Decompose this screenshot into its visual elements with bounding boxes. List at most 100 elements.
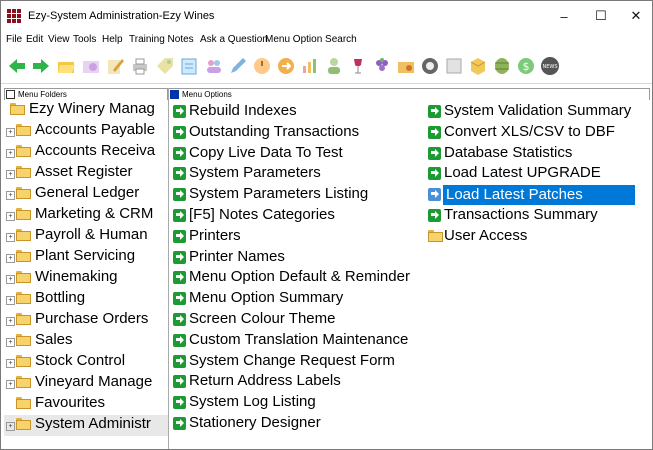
- run-arrow-icon: [173, 333, 186, 347]
- folder-item[interactable]: + Payroll & Human: [4, 226, 168, 247]
- expand-icon[interactable]: +: [6, 212, 15, 221]
- expand-icon[interactable]: +: [6, 317, 15, 326]
- user-icon[interactable]: [324, 56, 344, 76]
- list-icon[interactable]: [444, 56, 464, 76]
- expand-icon[interactable]: +: [6, 128, 15, 137]
- folder-item[interactable]: Ezy Winery Manag: [4, 100, 168, 121]
- barrel-icon[interactable]: [492, 56, 512, 76]
- run-arrow-icon: [428, 167, 441, 181]
- folder-label: Ezy Winery Manag: [29, 100, 155, 117]
- folder-item[interactable]: + Accounts Payable: [4, 121, 168, 142]
- settings-gear-icon[interactable]: [420, 56, 440, 76]
- menu-file[interactable]: File: [6, 34, 22, 45]
- export-icon[interactable]: [276, 56, 296, 76]
- dollar-icon[interactable]: $: [516, 56, 536, 76]
- expand-icon[interactable]: +: [6, 296, 15, 305]
- menu-training-notes[interactable]: Training Notes: [129, 34, 194, 45]
- run-arrow-icon: [173, 188, 186, 202]
- folder-icon: [16, 292, 31, 304]
- folder-icon: [16, 313, 31, 325]
- expand-icon[interactable]: +: [6, 380, 15, 389]
- folder-label: Stock Control: [35, 352, 126, 369]
- folder-item[interactable]: + Winemaking: [4, 268, 168, 289]
- menu-option-label: Database Statistics: [444, 143, 573, 161]
- run-arrow-icon: [173, 313, 186, 326]
- folder-item[interactable]: + Vineyard Manage: [4, 373, 168, 394]
- menu-option-label: User Access: [444, 226, 528, 244]
- menu-option-label: Transactions Summary: [444, 206, 598, 223]
- folder-item[interactable]: + Bottling: [4, 289, 168, 310]
- menu-options-pane: Menu Options Rebuild Indexes Outstanding …: [169, 88, 650, 449]
- back-arrow-icon[interactable]: [7, 56, 27, 76]
- folder-config-icon[interactable]: [396, 56, 416, 76]
- maximize-button[interactable]: ☐: [586, 5, 616, 27]
- expand-icon[interactable]: +: [6, 254, 15, 263]
- menu-option-search[interactable]: Menu Option Search: [265, 34, 357, 45]
- users-icon[interactable]: [204, 56, 224, 76]
- run-arrow-icon: [428, 209, 441, 222]
- folder-label: Winemaking: [35, 268, 118, 285]
- grapes-icon[interactable]: [372, 56, 392, 76]
- expand-icon[interactable]: +: [6, 191, 15, 200]
- expand-icon[interactable]: +: [6, 149, 15, 158]
- run-arrow-icon: [173, 125, 186, 139]
- folder-item[interactable]: + Plant Servicing: [4, 247, 168, 268]
- folder-icon: [16, 271, 31, 283]
- menu-option-label: Load Latest Patches: [443, 185, 635, 206]
- run-arrow-icon: [173, 250, 186, 264]
- close-button[interactable]: ✕: [621, 5, 651, 27]
- news-icon[interactable]: NEWS: [540, 56, 560, 76]
- folder-item[interactable]: + Marketing & CRM: [4, 205, 168, 226]
- expand-icon[interactable]: +: [6, 275, 15, 284]
- folder-icon: [16, 229, 31, 241]
- folder-item[interactable]: + Accounts Receiva: [4, 142, 168, 163]
- chart-icon[interactable]: [300, 56, 320, 76]
- notes-icon[interactable]: [179, 56, 199, 76]
- tag-icon[interactable]: [155, 56, 175, 76]
- wine-icon[interactable]: [348, 56, 368, 76]
- run-arrow-icon: [173, 292, 186, 306]
- folder-item[interactable]: + Sales: [4, 331, 168, 352]
- folder-label: Sales: [35, 331, 73, 348]
- folder-item[interactable]: + Stock Control: [4, 352, 168, 373]
- run-arrow-icon: [173, 146, 186, 160]
- folder-item[interactable]: + General Ledger: [4, 184, 168, 205]
- menu-bar: File Edit View Tools Help Training Notes…: [1, 32, 652, 48]
- run-arrow-icon: [428, 125, 441, 139]
- menu-option-label: System Validation Summary: [444, 102, 632, 119]
- expand-icon[interactable]: +: [6, 422, 15, 431]
- box-icon[interactable]: [468, 56, 488, 76]
- folder-icon: [16, 250, 31, 262]
- menu-tools[interactable]: Tools: [73, 34, 96, 45]
- folder-item[interactable]: + System Administr: [4, 415, 168, 436]
- menu-options-header: Menu Options: [169, 88, 650, 100]
- menu-help[interactable]: Help: [102, 34, 123, 45]
- run-arrow-icon: [173, 209, 186, 222]
- menu-option-label: Return Address Labels: [189, 372, 341, 390]
- menu-edit[interactable]: Edit: [26, 34, 43, 45]
- folder-icon[interactable]: [81, 56, 101, 76]
- menu-ask-a-question[interactable]: Ask a Question: [200, 34, 268, 45]
- minimize-button[interactable]: –: [549, 5, 579, 27]
- expand-icon[interactable]: +: [6, 338, 15, 347]
- menu-option-label: System Change Request Form: [189, 351, 395, 369]
- pencil-icon[interactable]: [228, 56, 248, 76]
- menu-view[interactable]: View: [48, 34, 70, 45]
- folder-item[interactable]: Favourites: [4, 394, 168, 415]
- expand-icon[interactable]: +: [6, 359, 15, 368]
- folder-item[interactable]: + Asset Register: [4, 163, 168, 184]
- menu-folders-header: Menu Folders: [4, 88, 168, 100]
- clock-icon[interactable]: [252, 56, 272, 76]
- printer-icon[interactable]: [130, 56, 150, 76]
- svg-text:$: $: [523, 60, 530, 73]
- expand-icon[interactable]: +: [6, 233, 15, 242]
- expand-icon[interactable]: +: [6, 170, 15, 179]
- folder-icon: [16, 145, 31, 157]
- forward-arrow-icon[interactable]: [31, 56, 51, 76]
- menu-option-label: System Parameters: [189, 164, 321, 182]
- edit-icon[interactable]: [105, 56, 125, 76]
- folder-item[interactable]: + Purchase Orders: [4, 310, 168, 331]
- folder-label: Purchase Orders: [35, 310, 149, 327]
- folder-open-icon[interactable]: [56, 56, 76, 76]
- menu-option-label: Copy Live Data To Test: [189, 143, 343, 161]
